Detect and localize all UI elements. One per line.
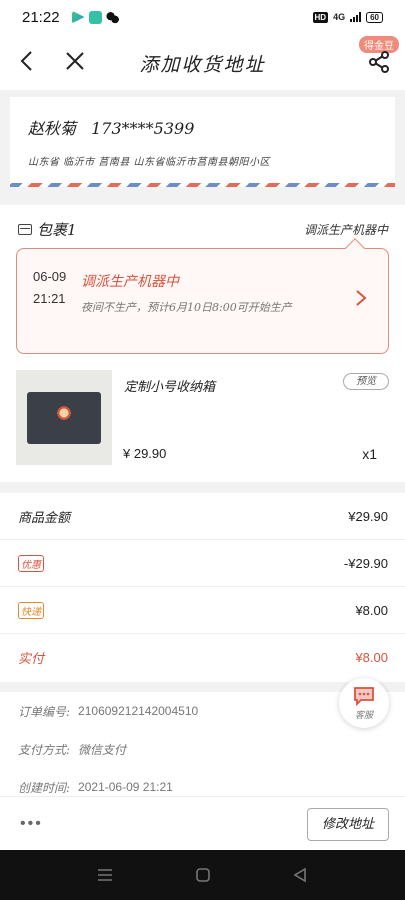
more-icon[interactable]: ••• xyxy=(20,815,43,833)
address-line: 山东省 临沂市 莒南县 山东省临沂市莒南县朝阳小区 xyxy=(28,157,271,168)
signal-icon xyxy=(350,12,362,22)
airmail-border xyxy=(10,183,395,187)
hd-badge: HD xyxy=(312,11,329,23)
product-name: 定制小号收纳箱 xyxy=(124,380,216,395)
goods-amount-row: 商品金额 ¥29.90 xyxy=(0,493,405,540)
payment-method-row: 支付方式: 微信支付 xyxy=(18,730,405,768)
page-title: 添加收货地址 xyxy=(139,54,266,76)
customer-service-button[interactable]: 客服 xyxy=(339,678,389,728)
status-bar: 21:22 HD 4G 60 xyxy=(0,0,405,34)
customer-service-label: 客服 xyxy=(354,711,373,721)
discount-tag: 优惠 xyxy=(18,554,44,572)
wechat-icon xyxy=(105,10,119,24)
product-price: ¥ 29.90 xyxy=(123,446,167,461)
goods-amount-value: ¥29.90 xyxy=(348,508,388,524)
package-title: 包裹1 xyxy=(37,220,77,239)
price-summary: 商品金额 ¥29.90 优惠 -¥29.90 快递 ¥8.00 实付 ¥8.00 xyxy=(0,493,405,682)
paid-value: ¥8.00 xyxy=(355,650,388,665)
package-section: 包裹1 调派生产机器中 06-09 21:21 调派生产机器中 夜间不生产，预计… xyxy=(0,205,405,482)
package-header: 包裹1 调派生产机器中 xyxy=(18,218,388,240)
bottom-action-bar: ••• 修改地址 xyxy=(0,796,405,850)
nav-bar: 添加收货地址 得金豆 xyxy=(0,34,405,90)
shipping-value: ¥8.00 xyxy=(355,602,388,618)
production-progress[interactable]: 06-09 21:21 调派生产机器中 夜间不生产，预计6月10日8:00可开始… xyxy=(16,238,389,354)
recipient-phone: 173****5399 xyxy=(91,119,195,138)
storage-box-image xyxy=(27,392,101,444)
edit-address-button[interactable]: 修改地址 xyxy=(307,808,389,841)
address-contact: 赵秋菊 173****5399 xyxy=(28,115,379,139)
battery-icon: 60 xyxy=(366,11,383,23)
share-icon[interactable] xyxy=(367,50,391,74)
chevron-right-icon xyxy=(356,290,367,306)
chat-bubble-icon xyxy=(354,687,374,706)
home-icon[interactable] xyxy=(195,867,211,883)
status-time: 21:22 xyxy=(22,8,60,26)
paid-row: 实付 ¥8.00 xyxy=(0,634,405,681)
package-icon xyxy=(18,223,32,235)
created-time-value: 2021-06-09 21:21 xyxy=(78,780,173,794)
green-app-icon xyxy=(88,10,102,24)
progress-time: 21:21 xyxy=(33,291,66,306)
discount-row: 优惠 -¥29.90 xyxy=(0,540,405,587)
payment-method-value: 微信支付 xyxy=(78,742,127,757)
order-number-label: 订单编号: xyxy=(18,704,71,719)
network-label: 4G xyxy=(333,12,346,22)
order-detail-screen: 21:22 HD 4G 60 添加收货地址 得金豆 赵秋菊 173****539… xyxy=(0,0,405,900)
product-quantity: x1 xyxy=(362,446,377,462)
package-status: 调派生产机器中 xyxy=(303,222,388,237)
discount-value: -¥29.90 xyxy=(343,555,388,571)
product-item[interactable]: 定制小号收纳箱 预览 ¥ 29.90 x1 xyxy=(16,370,389,466)
payment-method-label: 支付方式: xyxy=(18,742,71,757)
goods-amount-label: 商品金额 xyxy=(18,510,71,526)
order-number-value: 210609212142004510 xyxy=(78,704,199,718)
progress-date: 06-09 xyxy=(33,269,67,284)
shipping-tag: 快递 xyxy=(18,601,44,619)
preview-button[interactable]: 预览 xyxy=(343,373,389,390)
play-app-icon xyxy=(71,10,85,24)
progress-status: 调派生产机器中 xyxy=(81,274,179,290)
address-card[interactable]: 赵秋菊 173****5399 山东省 临沂市 莒南县 山东省临沂市莒南县朝阳小… xyxy=(10,97,395,187)
status-indicators: HD 4G 60 xyxy=(312,11,383,23)
battery-level: 60 xyxy=(370,12,379,22)
paid-label: 实付 xyxy=(18,652,45,667)
shipping-row: 快递 ¥8.00 xyxy=(0,587,405,634)
product-thumbnail xyxy=(16,370,112,465)
progress-notch xyxy=(345,238,365,258)
menu-icon[interactable] xyxy=(97,867,113,883)
recipient-name: 赵秋菊 xyxy=(28,119,77,138)
system-nav-bar xyxy=(0,850,405,900)
back-nav-icon[interactable] xyxy=(292,867,308,883)
progress-description: 夜间不生产，预计6月10日8:00可开始生产 xyxy=(81,301,292,314)
created-time-label: 创建时间: xyxy=(18,780,71,795)
